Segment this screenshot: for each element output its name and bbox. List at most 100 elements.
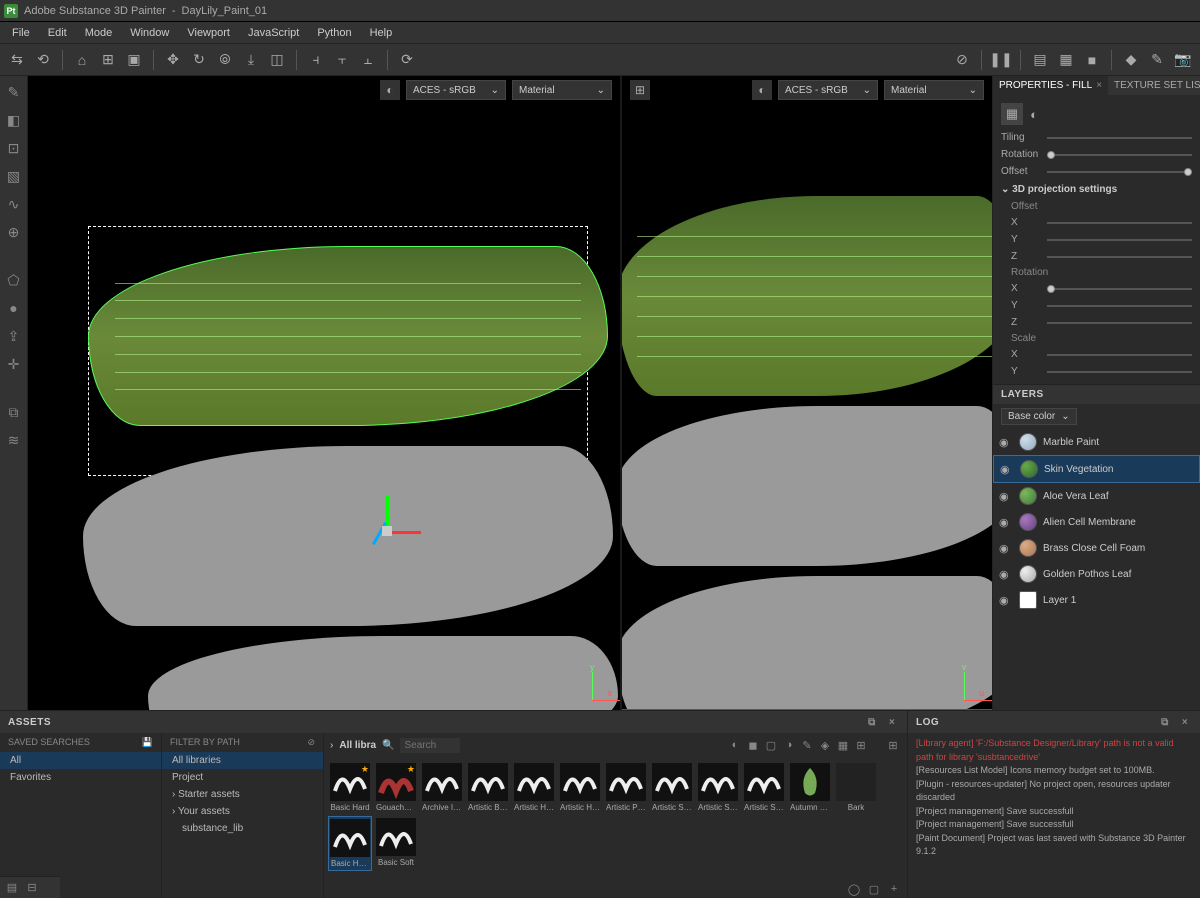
vp-colorspace-dropdown[interactable]: ACES - sRGB⌄ — [406, 80, 506, 100]
brush-item[interactable]: Basic Soft — [374, 816, 418, 871]
filter-texture-icon[interactable]: ▦ — [835, 737, 851, 753]
cube-icon[interactable]: ◫ — [266, 49, 288, 71]
search-icon[interactable]: 🔍 — [382, 740, 394, 751]
symmetry-x-icon[interactable]: ⫞ — [305, 49, 327, 71]
projection-tool-icon[interactable]: ⊡ — [4, 138, 24, 158]
render-icon[interactable]: ■ — [1081, 49, 1103, 71]
tab-texture-set-list[interactable]: TEXTURE SET LIST — [1108, 76, 1200, 95]
brush-item[interactable]: Archive Ink... — [420, 761, 464, 814]
undo-simplify-icon[interactable]: ⇆ — [6, 49, 28, 71]
filter-smart-icon[interactable]: ◼ — [745, 737, 761, 753]
brush-item[interactable]: ★Gouache ... — [374, 761, 418, 814]
menu-help[interactable]: Help — [362, 25, 401, 41]
status-panel-icon[interactable]: ▤ — [4, 880, 20, 896]
undock-icon[interactable]: ⧉ — [865, 715, 879, 729]
scale-x-slider[interactable] — [1047, 354, 1192, 356]
layer-item[interactable]: ◉Brass Close Cell Foam — [993, 535, 1200, 561]
screenshot-icon[interactable]: 📷 — [1172, 49, 1194, 71]
projection-uv-icon[interactable]: ▦ — [1001, 103, 1023, 125]
close-icon[interactable]: × — [1096, 80, 1102, 91]
bake-icon[interactable]: ▤ — [1029, 49, 1051, 71]
brush-item[interactable]: Artistic Sof... — [696, 761, 740, 814]
brush-item[interactable]: Artistic Sof... — [650, 761, 694, 814]
channel-dropdown[interactable]: Base color⌄ — [1001, 408, 1077, 425]
move-icon[interactable]: ✥ — [162, 49, 184, 71]
viewport-2d[interactable]: ⊞ ◐ ACES - sRGB⌄ Material⌄ vu — [622, 76, 992, 710]
rot-z-slider[interactable] — [1047, 322, 1192, 324]
brush-item[interactable]: Artistic Hai... — [512, 761, 556, 814]
scale-y-slider[interactable] — [1047, 371, 1192, 373]
vp2-colorspace-dropdown[interactable]: ACES - sRGB⌄ — [778, 80, 878, 100]
close-icon[interactable]: × — [885, 715, 899, 729]
fill-tool-icon[interactable]: ▧ — [4, 166, 24, 186]
symmetry-y-icon[interactable]: ⫟ — [331, 49, 353, 71]
offset-y-slider[interactable] — [1047, 239, 1192, 241]
filter-material-icon[interactable]: ◐ — [727, 737, 743, 753]
layer-item[interactable]: ◉Aloe Vera Leaf — [993, 483, 1200, 509]
visibility-eye-icon[interactable]: ◉ — [999, 568, 1013, 581]
brush-item[interactable]: Bark — [834, 761, 878, 814]
vp-env-icon-2[interactable]: ◐ — [752, 80, 772, 100]
menu-javascript[interactable]: JavaScript — [240, 25, 307, 41]
tiling-slider[interactable] — [1047, 137, 1192, 139]
filter-brush-icon[interactable]: ✎ — [799, 737, 815, 753]
layer-item[interactable]: ◉Alien Cell Membrane — [993, 509, 1200, 535]
visibility-eye-icon[interactable]: ◉ — [999, 516, 1013, 529]
filter-starter[interactable]: › Starter assets — [162, 786, 323, 803]
symmetry-z-icon[interactable]: ⫠ — [357, 49, 379, 71]
size-icon[interactable]: ⦾ — [214, 49, 236, 71]
view-grid-icon[interactable]: ⊞ — [885, 737, 901, 753]
offset-z-slider[interactable] — [1047, 256, 1192, 258]
hide-icon[interactable]: ⊘ — [951, 49, 973, 71]
eraser-tool-icon[interactable]: ◧ — [4, 110, 24, 130]
export-tool-icon[interactable]: ⇪ — [4, 326, 24, 346]
layer-item[interactable]: ◉Golden Pothos Leaf — [993, 561, 1200, 587]
filter-alpha-icon[interactable]: ◈ — [817, 737, 833, 753]
section-3d-projection[interactable]: 3D projection settings — [1001, 180, 1192, 199]
vp2-display-dropdown[interactable]: Material⌄ — [884, 80, 984, 100]
paint-tool-icon[interactable]: ✎ — [4, 82, 24, 102]
projection-triplanar-icon[interactable]: ◐ — [1023, 103, 1045, 125]
saved-all[interactable]: All — [0, 752, 161, 769]
smudge-tool-icon[interactable]: ∿ — [4, 194, 24, 214]
visibility-eye-icon[interactable]: ◉ — [999, 594, 1013, 607]
pin-icon[interactable]: ◯ — [847, 882, 861, 896]
add-icon[interactable]: + — [887, 882, 901, 896]
brush-item[interactable]: ★Basic Hard — [328, 761, 372, 814]
layer-item[interactable]: ◉Layer 1 — [993, 587, 1200, 613]
orbit-icon[interactable]: ⟲ — [32, 49, 54, 71]
filter-all-libs[interactable]: All libraries — [162, 752, 323, 769]
hide-filter-icon[interactable]: ⊘ — [307, 737, 315, 748]
camera-icon[interactable]: ▣ — [123, 49, 145, 71]
rotation-slider[interactable] — [1047, 154, 1192, 156]
vp-grid-icon[interactable]: ⊞ — [630, 80, 650, 100]
visibility-eye-icon[interactable]: ◉ — [999, 542, 1013, 555]
offset-slider[interactable] — [1047, 171, 1192, 173]
brush-icon[interactable]: ✎ — [1146, 49, 1168, 71]
visibility-eye-icon[interactable]: ◉ — [999, 436, 1013, 449]
menu-mode[interactable]: Mode — [77, 25, 121, 41]
lib-dropdown[interactable]: All libra — [339, 740, 376, 751]
layer-item[interactable]: ◉Marble Paint — [993, 429, 1200, 455]
brush-item[interactable]: Artistic He... — [558, 761, 602, 814]
undock-icon[interactable]: ⧉ — [1158, 715, 1172, 729]
menu-window[interactable]: Window — [122, 25, 177, 41]
visibility-eye-icon[interactable]: ◉ — [999, 490, 1013, 503]
picker-tool-icon[interactable]: ✛ — [4, 354, 24, 374]
menu-edit[interactable]: Edit — [40, 25, 75, 41]
saved-favorites[interactable]: Favorites — [0, 769, 161, 786]
brush-item[interactable]: Basic Hard... — [328, 816, 372, 871]
refresh-icon[interactable]: ⟳ — [396, 49, 418, 71]
offset-x-slider[interactable] — [1047, 222, 1192, 224]
download-icon[interactable]: ⤓ — [240, 49, 262, 71]
rotate-icon[interactable]: ↻ — [188, 49, 210, 71]
filter-filter-icon[interactable]: ◑ — [781, 737, 797, 753]
texture-icon[interactable]: ▦ — [1055, 49, 1077, 71]
menu-python[interactable]: Python — [309, 25, 359, 41]
filter-mask-icon[interactable]: ▢ — [763, 737, 779, 753]
rot-x-slider[interactable] — [1047, 288, 1192, 290]
viewport-3d[interactable]: ◐ ACES - sRGB⌄ Material⌄ — [28, 76, 620, 710]
brush-item[interactable]: Artistic Sof... — [742, 761, 786, 814]
recorder-tool-icon[interactable]: ● — [4, 298, 24, 318]
vp-env-icon[interactable]: ◐ — [380, 80, 400, 100]
